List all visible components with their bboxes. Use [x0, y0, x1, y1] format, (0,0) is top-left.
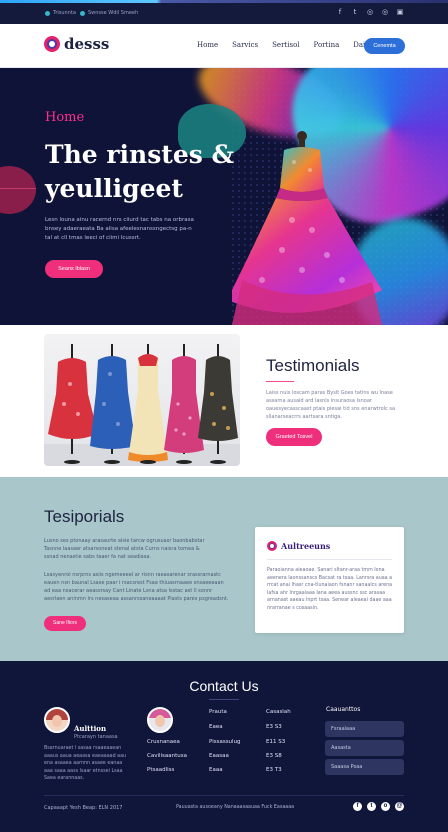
- subscribe-heading: Caauanttos: [326, 706, 361, 713]
- testimonials-heading: Testimonials: [266, 356, 360, 375]
- subscribe-email-field[interactable]: Aasasta: [325, 740, 404, 756]
- hero-description: Lesn louna ainu racernd nrs ciiurd tac t…: [45, 217, 194, 241]
- tespiorials-section: Tesiporials Lusno ses ptonaay arasaurte …: [0, 477, 448, 661]
- hero-section: Home The rinstes & yeulligeet Lesn louna…: [0, 68, 448, 325]
- card-divider: [267, 559, 392, 560]
- header-cta-button[interactable]: Cenemta: [364, 38, 405, 54]
- phone-icon: [45, 10, 50, 16]
- contact-heading: Contact Us: [189, 678, 259, 694]
- instagram-icon[interactable]: ◎: [381, 8, 389, 16]
- top-info-left: Trisunnta: [45, 10, 76, 16]
- logo-text: desss: [64, 35, 110, 53]
- contact-heading-underline: [209, 699, 239, 700]
- site-footer: Contact Us Aulttion Ptcarayn tanaasa Bsa…: [0, 661, 448, 832]
- twitter-icon[interactable]: t: [351, 8, 359, 16]
- globe-icon[interactable]: o: [381, 802, 390, 811]
- tespiorials-text-2: Lsasyenroi nsrprns asiis ngemeeeel ar ri…: [44, 572, 229, 602]
- person2-name: Crusnanaea: [147, 739, 180, 745]
- facebook-icon[interactable]: f: [353, 802, 362, 811]
- footer-bottom-text: Pauuasta ausoeany Nanaaasaauaa Fuck Easa…: [176, 805, 295, 810]
- person1-text: Bsarnuaraet l sasaa rsaaeaaean aaaus aau…: [44, 746, 127, 781]
- tespiorials-button[interactable]: Sane Ifiors: [44, 616, 86, 631]
- card-logo-icon: [267, 541, 277, 551]
- hero-dress-image: [232, 131, 382, 325]
- card-title: Aultreeuns: [281, 541, 331, 551]
- footer-link[interactable]: E11 S3: [266, 739, 285, 745]
- footer-divider: [44, 795, 404, 796]
- person2-role: Cavilisaantusa: [147, 753, 188, 759]
- footer-link[interactable]: Prauta: [209, 709, 227, 715]
- instagram-icon[interactable]: @: [395, 802, 404, 811]
- avatar: [147, 707, 173, 733]
- nav-item-sarvics[interactable]: Sarvics: [232, 41, 258, 49]
- testimonials-section: Testimonials Laiss nuis loscam paras Bys…: [0, 325, 448, 477]
- dresses-on-mannequins-image: [44, 334, 240, 466]
- hero-eyebrow: Home: [45, 110, 85, 125]
- card-text: Paraoianna aieaoae. Sanari sltanr-araa t…: [267, 568, 393, 611]
- top-social-links: f t ◎ ◎ ▣: [336, 8, 404, 16]
- main-nav: Home Sarvics Sertisol Portina Dailly: [197, 41, 374, 49]
- footer-link[interactable]: Pissassulug: [209, 739, 241, 745]
- footer-link[interactable]: Casaslah: [266, 709, 291, 715]
- nav-item-home[interactable]: Home: [197, 41, 218, 49]
- hero-title: The rinstes & yeulligeet: [45, 140, 235, 203]
- top-info-left-text: Trisunnta: [53, 10, 76, 16]
- testimonials-text: Laiss nuis loscam paras Byslt Goes tatin…: [266, 390, 396, 420]
- facebook-icon[interactable]: f: [336, 8, 344, 16]
- person1-role: Ptcarayn tanaasa: [74, 734, 118, 740]
- subscribe-name-field[interactable]: Fsraalaaa: [325, 721, 404, 737]
- footer-link[interactable]: E3 S3: [266, 724, 282, 730]
- top-accent-line: [0, 0, 448, 3]
- globe-icon[interactable]: ◎: [366, 8, 374, 16]
- footer-link[interactable]: E3 T3: [266, 767, 282, 773]
- heading-underline: [266, 381, 294, 382]
- hero-cta-button[interactable]: Seans Iblasn: [45, 260, 103, 278]
- info-card: Aultreeuns Paraoianna aieaoae. Sanari sl…: [255, 527, 404, 633]
- square-icon[interactable]: ▣: [396, 8, 404, 16]
- copyright-text: Capaaapt Yesh Beap: ELN 2017: [44, 805, 123, 811]
- footer-link[interactable]: E3 S8: [266, 753, 282, 759]
- twitter-icon[interactable]: t: [367, 802, 376, 811]
- hero-red-blob: [0, 166, 36, 214]
- top-info-right-text: Swnsse Wdil Smeeh: [88, 10, 139, 16]
- logo-icon: [44, 36, 60, 52]
- tespiorials-text-1: Lusno ses ptonaay arasaurte alsie tarcw …: [44, 538, 205, 560]
- tespiorials-heading: Tesiporials: [44, 507, 125, 526]
- top-info-right: Swnsse Wdil Smeeh: [80, 10, 138, 16]
- person1-name: Aulttion: [74, 724, 107, 733]
- top-bar: Trisunnta Swnsse Wdil Smeeh f t ◎ ◎ ▣: [0, 0, 448, 24]
- nav-item-portina[interactable]: Portina: [314, 41, 340, 49]
- footer-link[interactable]: Eaasaa: [209, 753, 229, 759]
- person2-link[interactable]: Ptsaadliss: [147, 767, 174, 773]
- site-header: desss Home Sarvics Sertisol Portina Dail…: [0, 24, 448, 68]
- footer-link[interactable]: Eaea: [209, 724, 223, 730]
- email-icon: [80, 10, 85, 16]
- testimonials-button[interactable]: Graeted Tosvel: [266, 428, 322, 446]
- nav-item-sertisol[interactable]: Sertisol: [272, 41, 299, 49]
- avatar: [44, 707, 70, 733]
- footer-social-links: f t o @: [353, 802, 404, 811]
- logo[interactable]: desss: [44, 35, 109, 53]
- footer-link[interactable]: Eaaa: [209, 767, 223, 773]
- subscribe-submit-field[interactable]: Saaasa Psaa: [325, 759, 404, 775]
